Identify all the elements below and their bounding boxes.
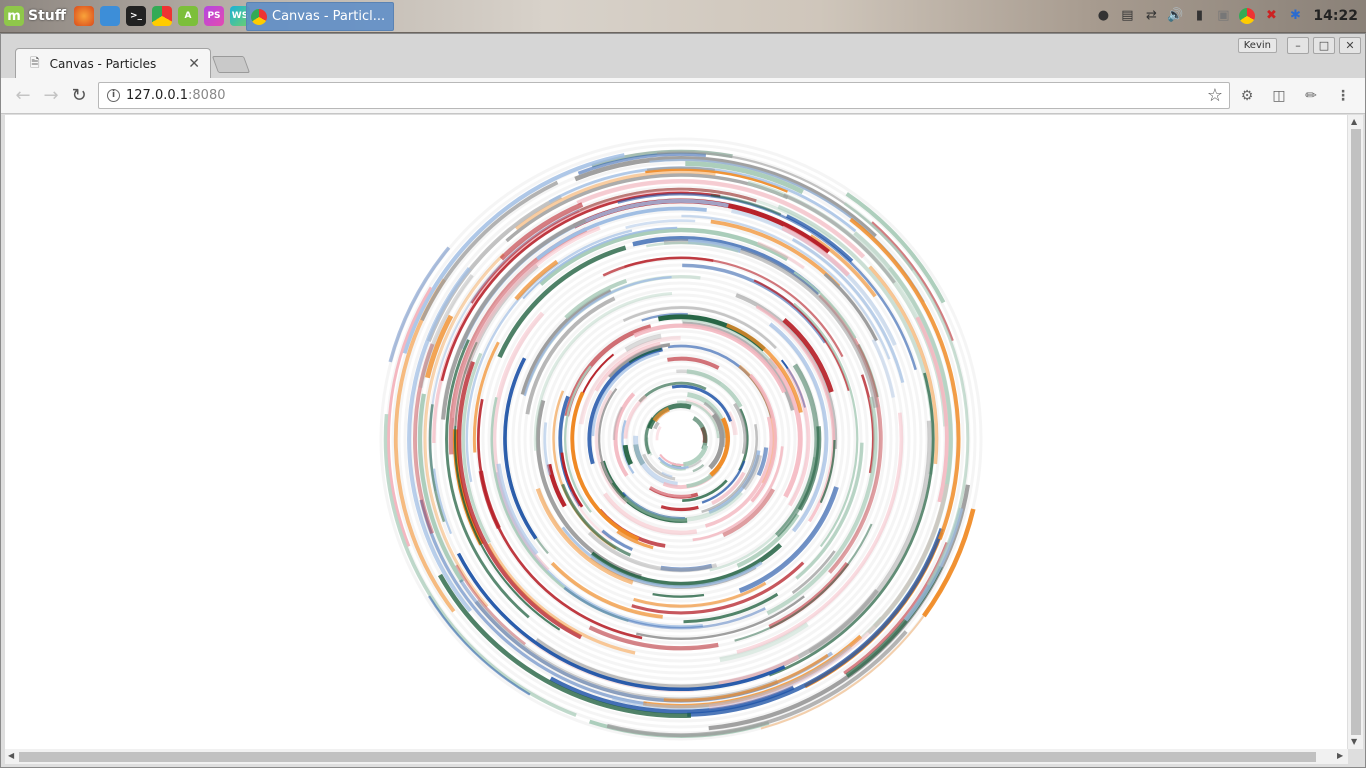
url-host: 127.0.0.1 [126, 88, 189, 103]
url-text[interactable]: 127.0.0.1:8080 [126, 88, 226, 103]
particles-canvas[interactable] [5, 115, 1347, 749]
vertical-scroll-thumb[interactable] [1351, 129, 1361, 735]
profile-button[interactable]: Kevin [1237, 38, 1277, 53]
particle-arc [655, 425, 662, 441]
bookmark-star-icon[interactable]: ☆ [1207, 85, 1223, 106]
address-bar[interactable]: i 127.0.0.1:8080 ☆ [98, 82, 1230, 109]
horizontal-scrollbar[interactable]: ◀ ▶ [5, 749, 1348, 764]
volume-icon[interactable]: 🔊 [1167, 8, 1183, 24]
chrome-icon[interactable] [152, 6, 172, 26]
user-icon[interactable]: ● [1095, 8, 1111, 24]
firefox-icon[interactable] [74, 6, 94, 26]
tab-title: Canvas - Particles [49, 57, 157, 71]
system-panel: m Stuff >_ A PS WS Canvas - Particl... ●… [0, 0, 1366, 33]
drive-icon[interactable]: ▤ [1119, 8, 1135, 24]
terminal-icon[interactable]: >_ [126, 6, 146, 26]
shield-icon[interactable]: ✖ [1263, 8, 1279, 24]
cast-icon[interactable]: ◫ [1270, 87, 1288, 105]
bluetooth-icon[interactable]: ✱ [1287, 8, 1303, 24]
tab-close-icon[interactable]: ✕ [188, 56, 200, 72]
tab-active[interactable]: 🗎 Canvas - Particles ✕ [15, 48, 211, 79]
horizontal-scroll-thumb[interactable] [19, 752, 1316, 762]
reload-button[interactable]: ↻ [69, 86, 89, 106]
mint-logo-icon: m [4, 6, 24, 26]
task-label: Canvas - Particl... [272, 9, 386, 24]
menu-kebab-icon[interactable]: ⋮ [1334, 87, 1352, 105]
particle-arc [692, 416, 708, 451]
launcher-bar: >_ A PS WS [74, 6, 250, 26]
info-icon[interactable]: i [107, 89, 120, 102]
scroll-left-arrow[interactable]: ◀ [8, 751, 14, 760]
system-tray: ● ▤ ⇄ 🔊 ▮ ▣ ✖ ✱ 14:22 [1095, 6, 1358, 26]
new-tab-button[interactable] [211, 56, 251, 73]
vertical-scrollbar[interactable]: ▲ ▼ [1348, 115, 1363, 749]
eyedropper-icon[interactable]: ✏ [1302, 87, 1320, 105]
minimize-button[interactable]: – [1287, 37, 1309, 54]
extension-gear-icon[interactable]: ⚙ [1238, 87, 1256, 105]
back-button[interactable]: ← [13, 86, 33, 106]
page-viewport [5, 115, 1347, 749]
android-studio-icon[interactable]: A [178, 6, 198, 26]
scroll-down-arrow[interactable]: ▼ [1351, 737, 1357, 746]
battery-icon[interactable]: ▮ [1191, 8, 1207, 24]
forward-button[interactable]: → [41, 86, 61, 106]
mint-menu-button[interactable]: m Stuff [4, 6, 66, 26]
chrome-tray-icon[interactable] [1239, 8, 1256, 24]
scroll-right-arrow[interactable]: ▶ [1337, 751, 1343, 760]
url-port: :8080 [188, 88, 226, 103]
particle-arc [660, 505, 699, 512]
browser-toolbar: ← → ↻ i 127.0.0.1:8080 ☆ ⚙ ◫ ✏ ⋮ [1, 78, 1365, 114]
taskbar-window-chrome[interactable]: Canvas - Particl... [246, 2, 394, 31]
chrome-icon [251, 8, 267, 25]
network-icon[interactable]: ⇄ [1143, 8, 1159, 24]
tab-strip: 🗎 Canvas - Particles ✕ Kevin – □ ✕ [1, 34, 1365, 79]
scroll-up-arrow[interactable]: ▲ [1351, 117, 1357, 126]
menu-label: Stuff [28, 8, 67, 24]
page-icon: 🗎 [30, 55, 40, 70]
camera-icon[interactable]: ▣ [1215, 8, 1231, 24]
browser-window: 🗎 Canvas - Particles ✕ Kevin – □ ✕ ← → ↻… [0, 33, 1366, 768]
clock[interactable]: 14:22 [1313, 8, 1358, 24]
close-window-button[interactable]: ✕ [1339, 37, 1361, 54]
phpstorm-icon[interactable]: PS [204, 6, 224, 26]
maximize-button[interactable]: □ [1313, 37, 1335, 54]
files-icon[interactable] [100, 6, 120, 26]
